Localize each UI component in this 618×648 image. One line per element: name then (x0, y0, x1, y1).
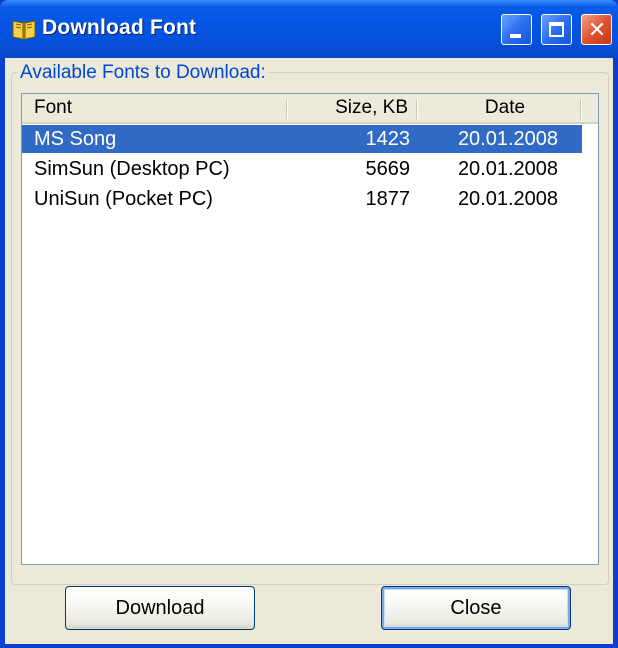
column-header-size[interactable]: Size, KB (302, 94, 416, 122)
font-date: 20.01.2008 (457, 188, 559, 210)
column-header-date[interactable]: Date (430, 94, 580, 122)
minimize-icon (510, 34, 521, 38)
column-separator[interactable] (286, 99, 288, 119)
column-header-font[interactable]: Font (34, 94, 284, 122)
book-icon (12, 20, 36, 40)
maximize-button[interactable] (541, 14, 572, 45)
minimize-button[interactable] (501, 14, 532, 45)
font-size: 1877 (365, 188, 411, 210)
group-label: Available Fonts to Download: (17, 62, 269, 84)
title-bar[interactable]: Download Font ✕ (0, 0, 618, 58)
list-item[interactable]: UniSun (Pocket PC) 1877 20.01.2008 (22, 185, 582, 213)
list-header: Font Size, KB Date (22, 94, 598, 124)
list-item[interactable]: SimSun (Desktop PC) 5669 20.01.2008 (22, 155, 582, 183)
font-size: 5669 (365, 158, 411, 180)
close-button[interactable]: Close (381, 586, 571, 630)
font-date: 20.01.2008 (457, 158, 559, 180)
font-date: 20.01.2008 (457, 128, 559, 150)
list-item[interactable]: MS Song 1423 20.01.2008 (22, 125, 582, 153)
fonts-list[interactable]: Font Size, KB Date MS Song 1423 20.01.20… (21, 93, 599, 565)
dialog-client-area: Available Fonts to Download: Font Size, … (5, 58, 613, 644)
maximize-icon (549, 22, 564, 37)
font-size: 1423 (365, 128, 411, 150)
download-font-window: Download Font ✕ Available Fonts to Downl… (0, 0, 618, 648)
close-window-button[interactable]: ✕ (581, 14, 612, 45)
font-name: UniSun (Pocket PC) (34, 188, 213, 210)
column-separator[interactable] (416, 99, 418, 119)
close-icon: ✕ (587, 17, 607, 42)
download-button[interactable]: Download (65, 586, 255, 630)
font-name: MS Song (34, 128, 117, 150)
window-title: Download Font (42, 16, 197, 39)
font-name: SimSun (Desktop PC) (34, 158, 230, 180)
column-separator[interactable] (580, 99, 582, 119)
